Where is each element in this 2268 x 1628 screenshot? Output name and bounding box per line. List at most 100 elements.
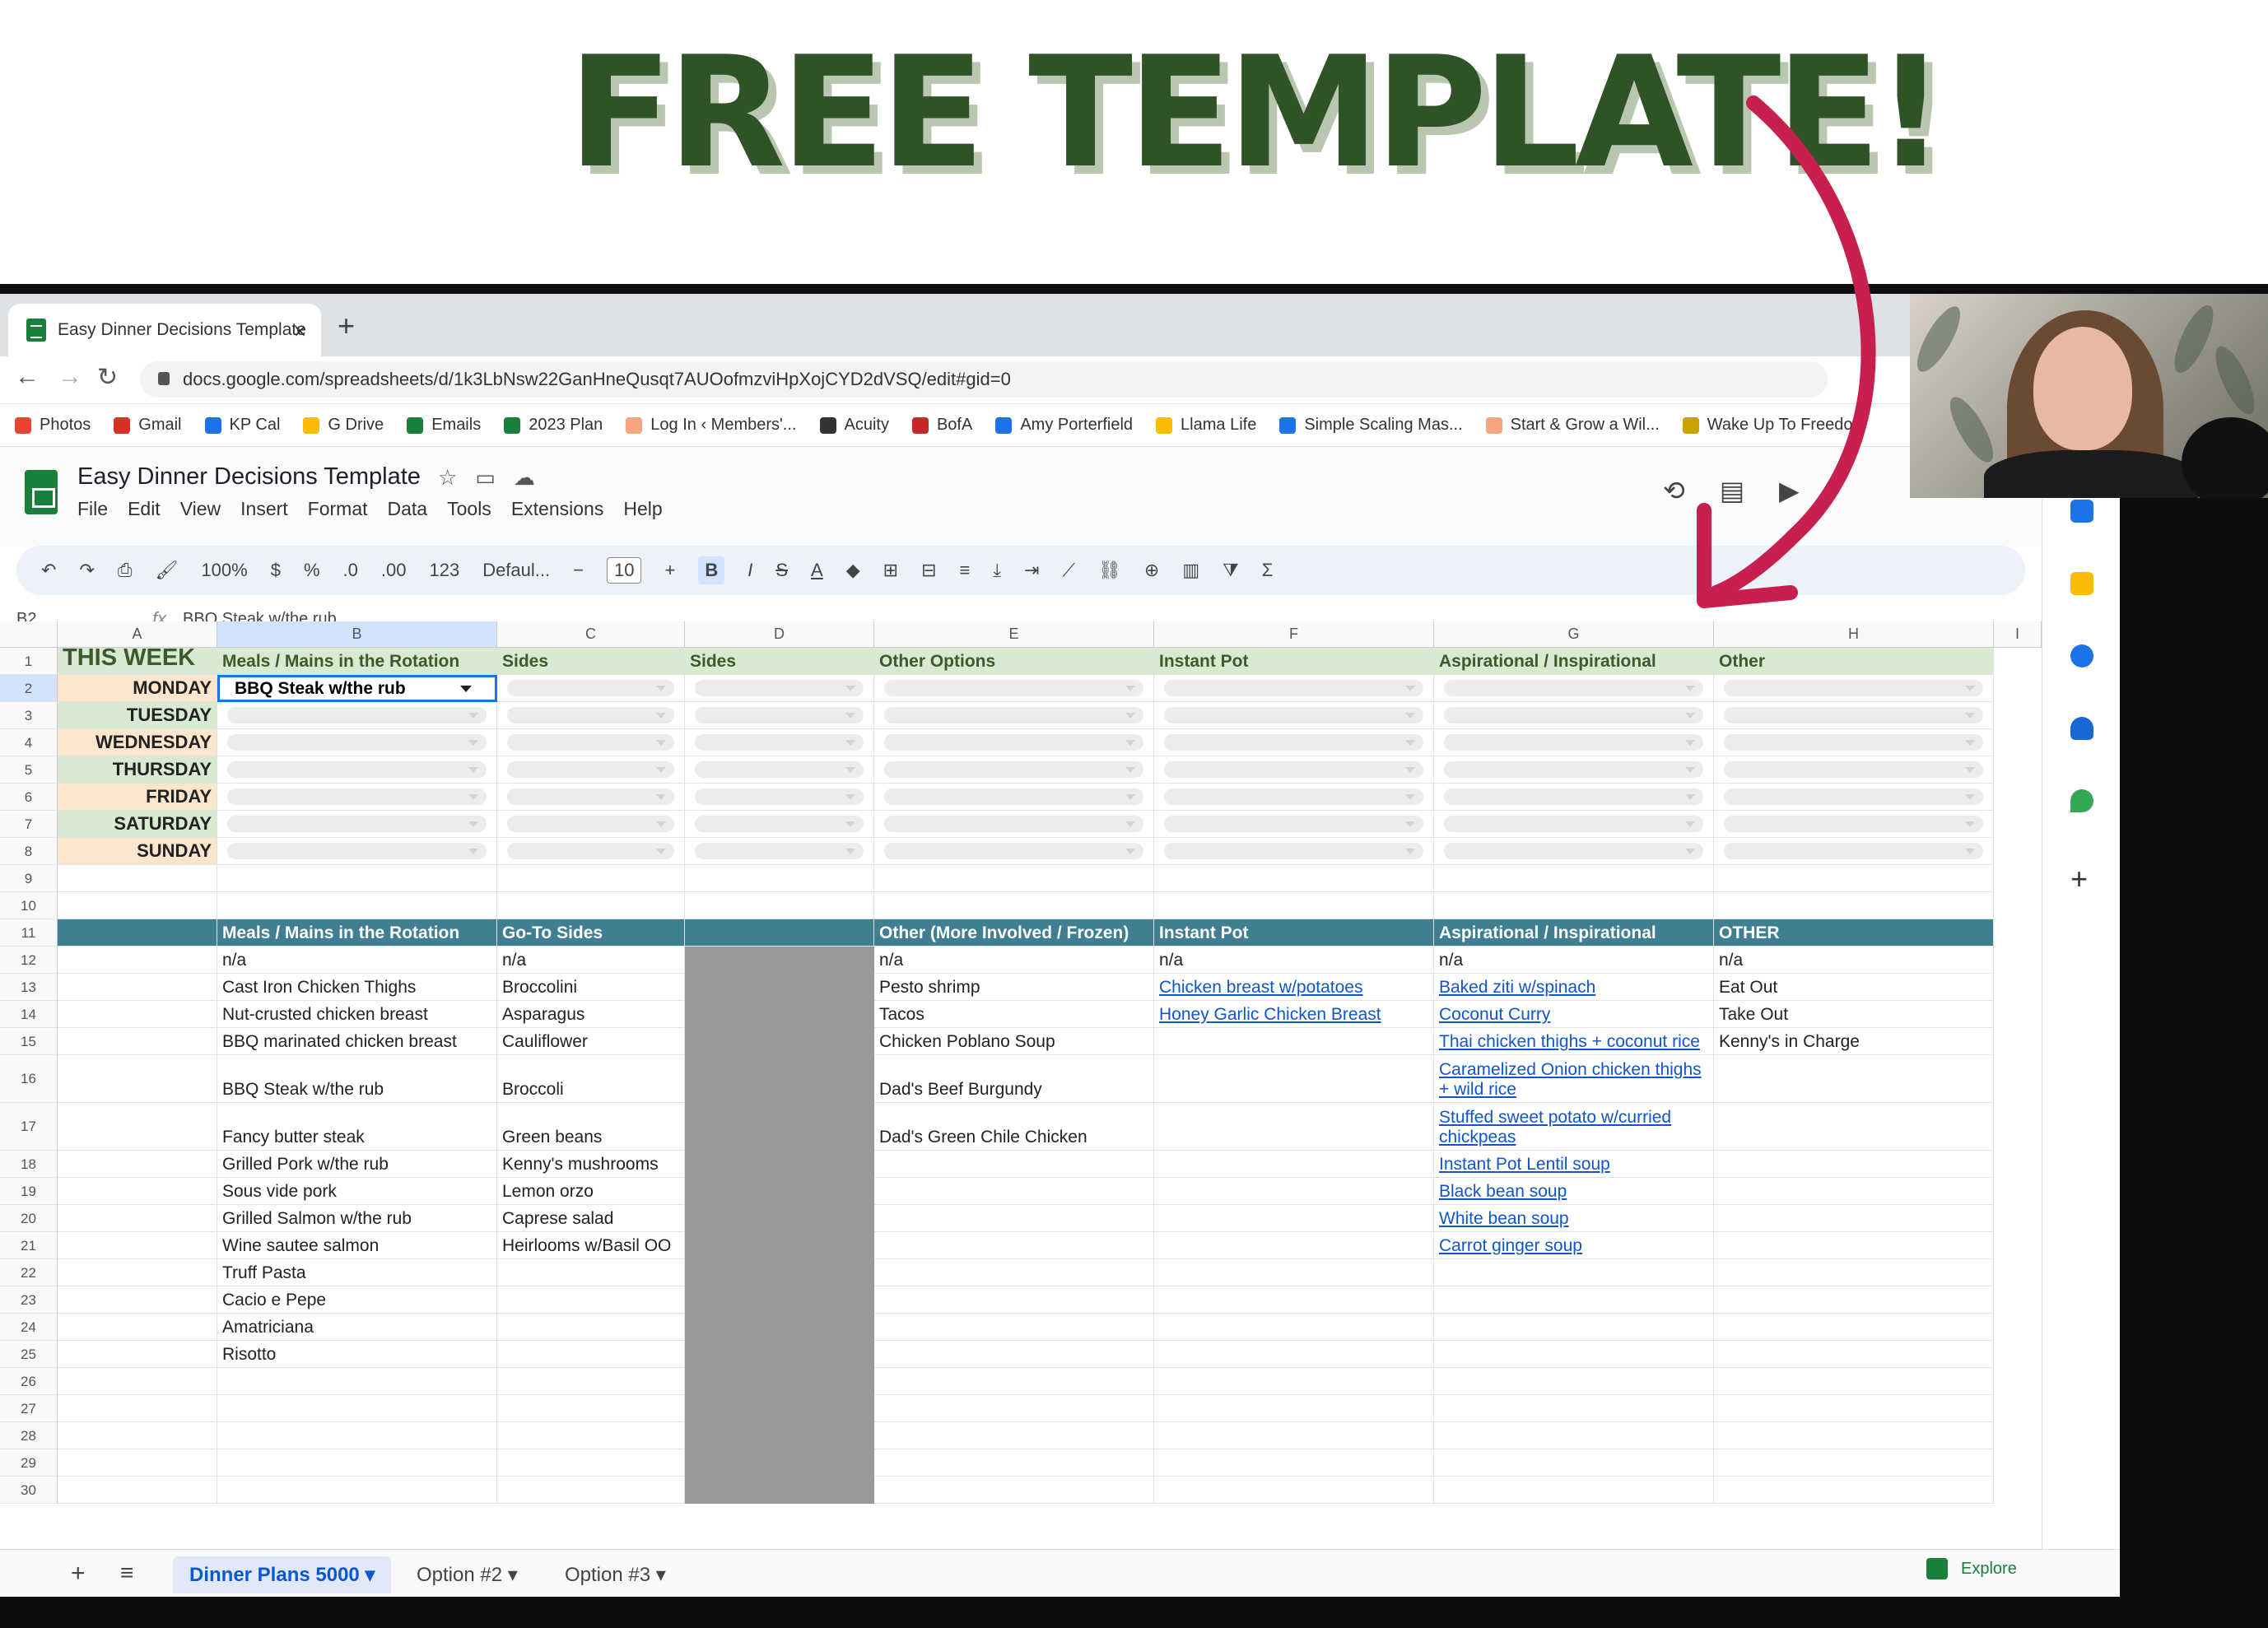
grid-cell[interactable] bbox=[1434, 1395, 1714, 1422]
dropdown-cell[interactable] bbox=[217, 702, 497, 729]
grid-cell[interactable] bbox=[497, 1395, 685, 1422]
grid-cell[interactable] bbox=[58, 865, 217, 892]
list-item[interactable]: Green beans bbox=[497, 1103, 685, 1151]
filter-icon[interactable]: ⧩ bbox=[1222, 560, 1239, 581]
grid-cell[interactable] bbox=[58, 1314, 217, 1341]
list-item[interactable]: Cacio e Pepe bbox=[217, 1286, 497, 1314]
column-header-h[interactable]: H bbox=[1714, 621, 1994, 648]
grid-cell[interactable] bbox=[874, 892, 1154, 919]
grid-cell[interactable] bbox=[58, 1259, 217, 1286]
empty-dropdown-chip[interactable] bbox=[507, 761, 674, 778]
cloud-status-icon[interactable]: ☁ bbox=[514, 465, 553, 490]
row-header[interactable]: 30 bbox=[0, 1477, 58, 1504]
dropdown-cell[interactable] bbox=[1434, 838, 1714, 865]
grid-cell[interactable] bbox=[1714, 1103, 1994, 1151]
grid-cell[interactable] bbox=[1714, 865, 1994, 892]
grid-cell[interactable] bbox=[1434, 1314, 1714, 1341]
grid-cell[interactable] bbox=[497, 1368, 685, 1395]
grid-cell[interactable] bbox=[1434, 892, 1714, 919]
back-icon[interactable]: ← bbox=[15, 363, 40, 391]
row-header[interactable]: 17 bbox=[0, 1103, 58, 1151]
empty-dropdown-chip[interactable] bbox=[1164, 734, 1423, 751]
grid-cell[interactable] bbox=[217, 1477, 497, 1504]
row-header[interactable]: 16 bbox=[0, 1055, 58, 1103]
dropdown-cell[interactable] bbox=[1714, 784, 1994, 811]
strikethrough-button[interactable]: S bbox=[775, 560, 788, 581]
increase-decimal-button[interactable]: .00 bbox=[381, 560, 407, 581]
list-item[interactable]: Thai chicken thighs + coconut rice bbox=[1434, 1028, 1714, 1055]
list-header-cell[interactable] bbox=[685, 919, 874, 947]
menu-insert[interactable]: Insert bbox=[240, 498, 288, 520]
row-header[interactable]: 2 bbox=[0, 675, 58, 702]
dropdown-cell[interactable] bbox=[1154, 838, 1434, 865]
header-cell-h[interactable]: Other bbox=[1714, 648, 1994, 675]
menu-file[interactable]: File bbox=[77, 498, 108, 520]
functions-button[interactable]: Σ bbox=[1262, 560, 1274, 581]
grid-cell[interactable] bbox=[1714, 1368, 1994, 1395]
list-item[interactable]: Take Out bbox=[1714, 1001, 1994, 1028]
day-label-sunday[interactable]: SUNDAY bbox=[58, 838, 217, 865]
empty-dropdown-chip[interactable] bbox=[884, 816, 1143, 832]
grid-cell[interactable] bbox=[874, 1314, 1154, 1341]
dropdown-cell[interactable] bbox=[685, 811, 874, 838]
grid-cell[interactable] bbox=[1154, 865, 1434, 892]
grid-cell[interactable] bbox=[497, 1314, 685, 1341]
version-history-icon[interactable]: ⟲ bbox=[1663, 475, 1685, 506]
empty-dropdown-chip[interactable] bbox=[1444, 707, 1703, 723]
list-item[interactable]: Dad's Green Chile Chicken bbox=[874, 1103, 1154, 1151]
grid-cell[interactable] bbox=[1154, 1151, 1434, 1178]
dropdown-cell[interactable] bbox=[497, 811, 685, 838]
grid-cell[interactable] bbox=[1154, 1178, 1434, 1205]
borders-icon[interactable]: ⊞ bbox=[883, 560, 898, 581]
empty-dropdown-chip[interactable] bbox=[1724, 843, 1983, 859]
link-icon[interactable]: ⛓ bbox=[1098, 560, 1121, 581]
menu-data[interactable]: Data bbox=[388, 498, 428, 520]
list-item[interactable]: Black bean soup bbox=[1434, 1178, 1714, 1205]
menu-help[interactable]: Help bbox=[623, 498, 662, 520]
dropdown-cell[interactable] bbox=[497, 756, 685, 784]
row-header[interactable]: 20 bbox=[0, 1205, 58, 1232]
empty-dropdown-chip[interactable] bbox=[695, 816, 864, 832]
dropdown-cell[interactable] bbox=[685, 729, 874, 756]
row-header[interactable]: 5 bbox=[0, 756, 58, 784]
row-header[interactable]: 6 bbox=[0, 784, 58, 811]
empty-dropdown-chip[interactable] bbox=[507, 816, 674, 832]
header-cell-c[interactable]: Sides bbox=[497, 648, 685, 675]
sheet-tab-option-2[interactable]: Option #2 ▾ bbox=[400, 1556, 534, 1593]
empty-dropdown-chip[interactable] bbox=[884, 734, 1143, 751]
explore-button[interactable]: Explore bbox=[1926, 1558, 2017, 1579]
grid-cell[interactable] bbox=[874, 1395, 1154, 1422]
grid-cell[interactable] bbox=[874, 1341, 1154, 1368]
row-header[interactable]: 24 bbox=[0, 1314, 58, 1341]
empty-dropdown-chip[interactable] bbox=[1444, 761, 1703, 778]
grid-cell[interactable] bbox=[58, 1286, 217, 1314]
list-item[interactable]: Grilled Pork w/the rub bbox=[217, 1151, 497, 1178]
column-header-f[interactable]: F bbox=[1154, 621, 1434, 648]
dropdown-cell[interactable] bbox=[1434, 702, 1714, 729]
italic-button[interactable]: I bbox=[747, 560, 752, 581]
grid-cell[interactable] bbox=[1714, 1178, 1994, 1205]
empty-dropdown-chip[interactable] bbox=[1164, 788, 1423, 805]
dropdown-cell[interactable] bbox=[1714, 811, 1994, 838]
list-item[interactable]: White bean soup bbox=[1434, 1205, 1714, 1232]
empty-dropdown-chip[interactable] bbox=[507, 788, 674, 805]
dropdown-cell[interactable] bbox=[497, 784, 685, 811]
list-item[interactable]: Grilled Salmon w/the rub bbox=[217, 1205, 497, 1232]
list-item[interactable]: n/a bbox=[1714, 947, 1994, 974]
fill-color-icon[interactable]: ◆ bbox=[846, 560, 860, 581]
dropdown-cell[interactable] bbox=[874, 729, 1154, 756]
grid-cell[interactable] bbox=[217, 1395, 497, 1422]
grid-cell[interactable] bbox=[874, 1178, 1154, 1205]
empty-dropdown-chip[interactable] bbox=[227, 788, 487, 805]
grid-cell[interactable] bbox=[874, 1259, 1154, 1286]
column-header-c[interactable]: C bbox=[497, 621, 685, 648]
dropdown-cell[interactable] bbox=[1154, 675, 1434, 702]
menu-format[interactable]: Format bbox=[308, 498, 368, 520]
close-tab-icon[interactable]: × bbox=[294, 319, 306, 344]
empty-dropdown-chip[interactable] bbox=[1164, 680, 1423, 696]
grid-cell[interactable] bbox=[1154, 892, 1434, 919]
selected-dropdown-cell[interactable]: BBQ Steak w/the rub bbox=[217, 675, 497, 702]
header-cell-d[interactable]: Sides bbox=[685, 648, 874, 675]
list-item[interactable]: Heirlooms w/Basil OO bbox=[497, 1232, 685, 1259]
empty-dropdown-chip[interactable] bbox=[227, 816, 487, 832]
